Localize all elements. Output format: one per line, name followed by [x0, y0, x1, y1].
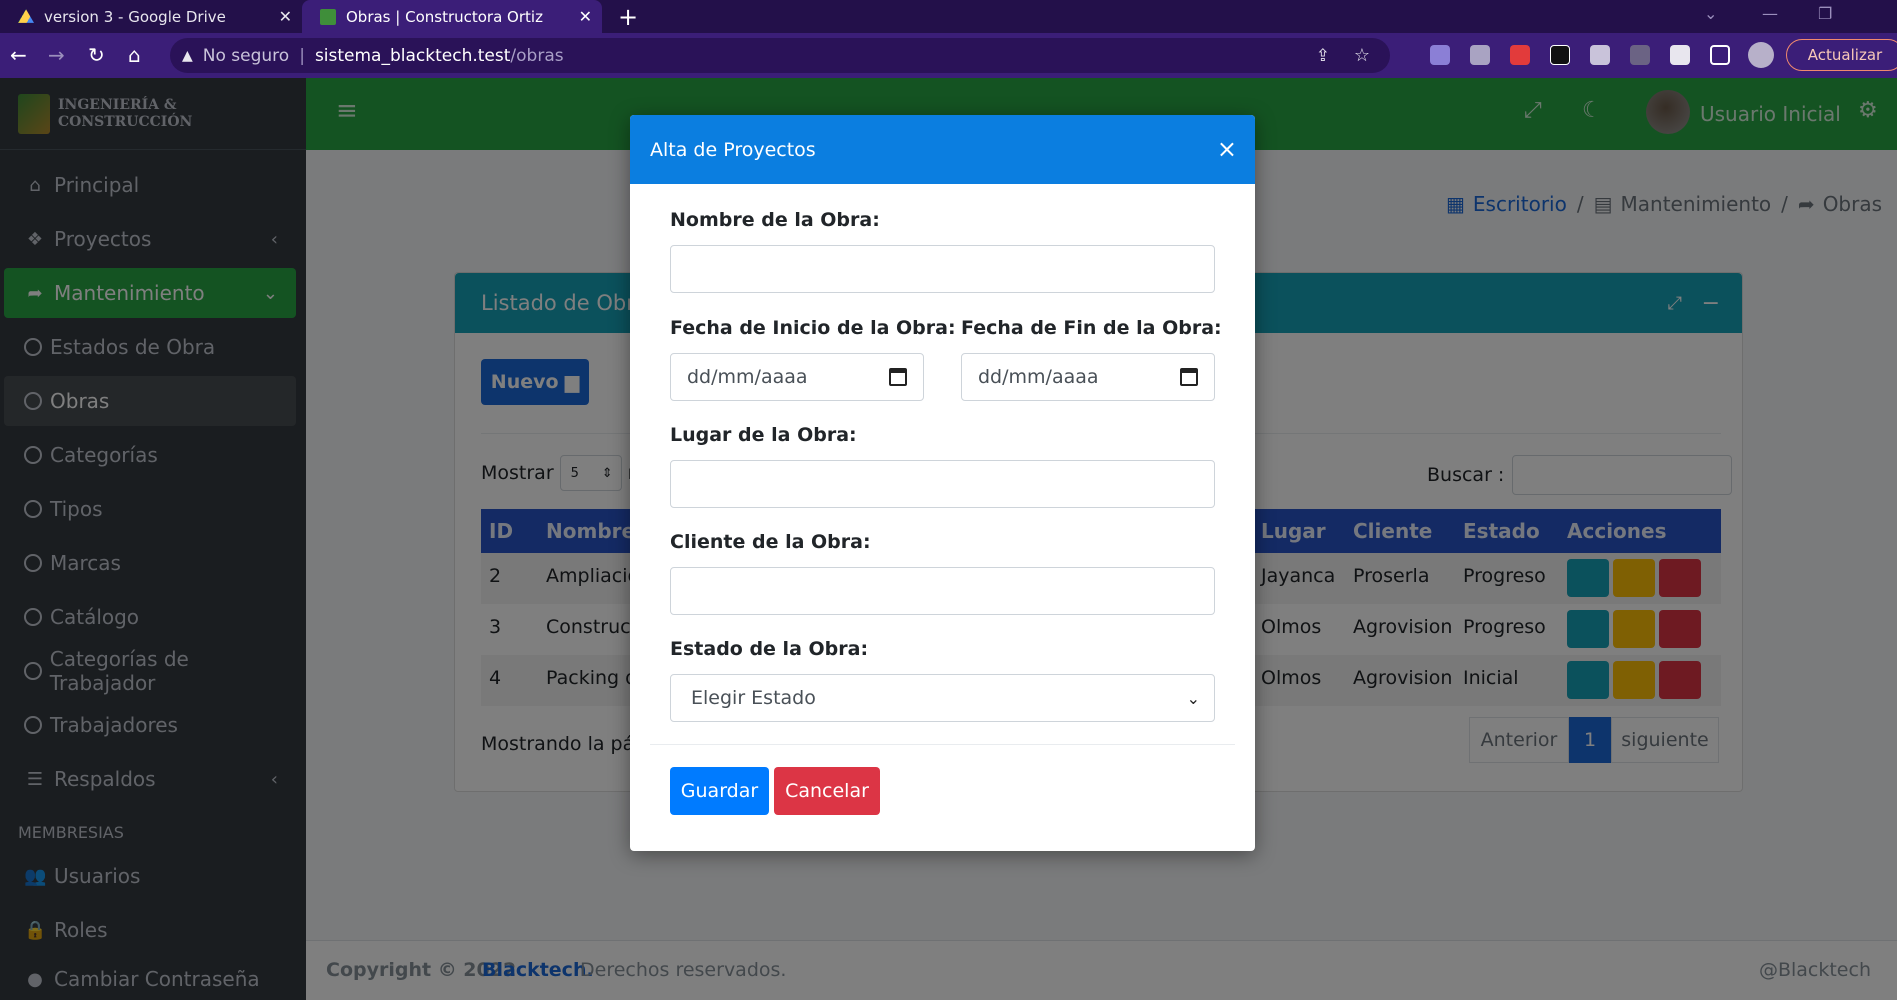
home-icon[interactable]: ⌂ [128, 43, 141, 67]
estado-label: Estado de la Obra: [670, 638, 869, 660]
extension-grid-icon[interactable] [1630, 45, 1650, 65]
browser-toolbar: ← → ↻ ⌂ ▲ No seguro | sistema_blacktech.… [0, 33, 1897, 78]
close-tab-icon[interactable]: ✕ [279, 7, 292, 26]
modal-title: Alta de Proyectos [650, 138, 816, 161]
lugar-label: Lugar de la Obra: [670, 424, 857, 446]
cancel-button[interactable]: Cancelar [774, 767, 880, 815]
modal-header: Alta de Proyectos × [630, 115, 1255, 184]
modal-footer-divider [650, 744, 1235, 745]
extension-pen-icon[interactable] [1430, 45, 1450, 65]
close-icon[interactable]: × [1217, 135, 1237, 163]
security-label: No seguro [202, 45, 290, 66]
browser-tab[interactable]: version 3 - Google Drive ✕ [0, 0, 302, 33]
extension-printer-icon[interactable] [1590, 45, 1610, 65]
extension-camera-icon[interactable] [1470, 45, 1490, 65]
cliente-obra-input[interactable] [670, 567, 1215, 615]
fecha-fin-input[interactable]: dd/mm/aaaa [961, 353, 1215, 401]
restore-icon[interactable]: ❐ [1818, 4, 1832, 23]
profile-avatar[interactable] [1748, 42, 1774, 68]
browser-tab-active[interactable]: Obras | Constructora Ortiz ✕ [302, 0, 602, 33]
fecha-fin-label: Fecha de Fin de la Obra: [961, 317, 1222, 339]
extension-mega-icon[interactable] [1510, 45, 1530, 65]
nombre-obra-input[interactable] [670, 245, 1215, 293]
save-button[interactable]: Guardar [670, 767, 769, 815]
side-panel-icon[interactable] [1710, 45, 1730, 65]
chevron-down-icon: ⌄ [1186, 689, 1200, 708]
extensions-puzzle-icon[interactable] [1670, 45, 1690, 65]
calendar-icon[interactable] [1180, 368, 1198, 386]
address-bar[interactable]: ▲ No seguro | sistema_blacktech.test /ob… [170, 38, 1390, 73]
update-button[interactable]: Actualizar [1786, 39, 1897, 71]
bookmark-star-icon[interactable]: ☆ [1354, 45, 1370, 66]
url-host: sistema_blacktech.test [314, 45, 511, 66]
browser-tab-strip: version 3 - Google Drive ✕ Obras | Const… [0, 0, 1897, 33]
url-path: /obras [510, 45, 564, 66]
nombre-label: Nombre de la Obra: [670, 209, 880, 231]
extension-a-icon[interactable] [1550, 45, 1570, 65]
minimize-icon[interactable]: — [1762, 4, 1778, 23]
tab-search-icon[interactable]: ⌄ [1704, 4, 1717, 23]
google-drive-icon [18, 9, 34, 23]
tab-title: version 3 - Google Drive [44, 7, 226, 26]
close-tab-icon[interactable]: ✕ [579, 7, 592, 26]
fecha-inicio-input[interactable]: dd/mm/aaaa [670, 353, 924, 401]
forward-icon[interactable]: → [48, 43, 65, 67]
warning-icon: ▲ [182, 47, 193, 64]
alta-proyectos-modal: Alta de Proyectos × Nombre de la Obra: F… [630, 115, 1255, 851]
cliente-label: Cliente de la Obra: [670, 531, 871, 553]
site-favicon-icon [320, 8, 336, 25]
back-icon[interactable]: ← [10, 43, 27, 67]
lugar-obra-input[interactable] [670, 460, 1215, 508]
share-icon[interactable]: ⇪ [1316, 46, 1330, 66]
estado-obra-select[interactable]: Elegir Estado ⌄ [670, 674, 1215, 722]
fecha-inicio-label: Fecha de Inicio de la Obra: [670, 317, 956, 339]
new-tab-icon[interactable]: + [618, 3, 638, 31]
calendar-icon[interactable] [889, 368, 907, 386]
reload-icon[interactable]: ↻ [88, 43, 105, 67]
tab-title: Obras | Constructora Ortiz [346, 7, 543, 26]
